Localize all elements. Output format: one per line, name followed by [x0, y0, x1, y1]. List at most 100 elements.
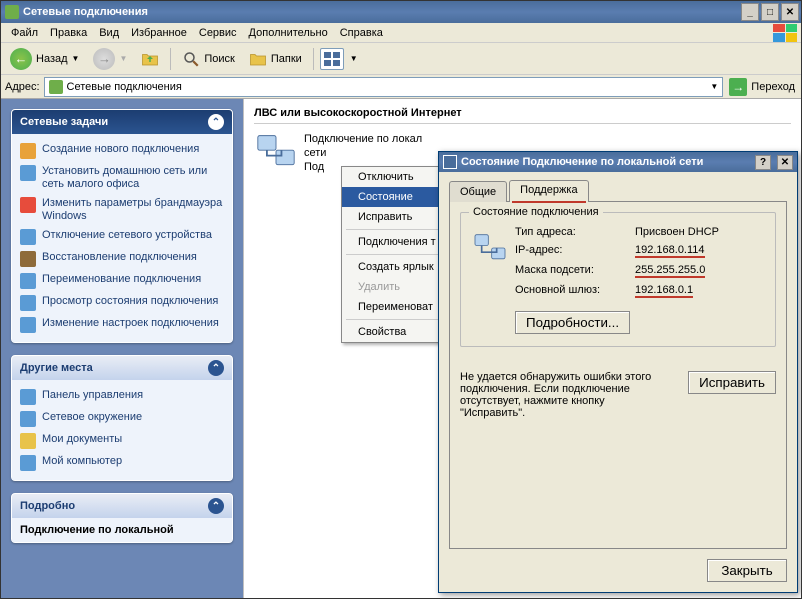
- task-icon: [20, 273, 36, 289]
- back-label: Назад: [36, 53, 68, 65]
- window-title: Сетевые подключения: [23, 6, 148, 18]
- panel-network-tasks: Сетевые задачи ⌃ Создание нового подключ…: [11, 109, 233, 343]
- value-address-type: Присвоен DHCP: [635, 226, 719, 238]
- search-button[interactable]: Поиск: [177, 47, 239, 71]
- sidebar-task-item[interactable]: Восстановление подключения: [20, 248, 224, 270]
- dialog-title: Состояние Подключение по локальной сети: [461, 156, 703, 168]
- address-bar: Адрес: Сетевые подключения ▼ → Переход: [1, 75, 801, 99]
- menubar: Файл Правка Вид Избранное Сервис Дополни…: [1, 23, 801, 43]
- windows-flag-icon: [773, 24, 797, 42]
- no-errors-text: Не удается обнаружить ошибки этого подкл…: [460, 371, 672, 419]
- sidebar-place-item[interactable]: Сетевое окружение: [20, 408, 224, 430]
- folder-up-icon: [141, 50, 159, 68]
- panel-title: Подробно: [20, 500, 75, 512]
- task-label: Восстановление подключения: [42, 251, 197, 264]
- folders-icon: [249, 50, 267, 68]
- sidebar-task-item[interactable]: Создание нового подключения: [20, 140, 224, 162]
- tab-page-support: Состояние подключения Тип адреса:Присвое…: [449, 201, 787, 549]
- menu-advanced[interactable]: Дополнительно: [243, 25, 334, 41]
- sidebar-task-item[interactable]: Установить домашнюю сеть или сеть малого…: [20, 162, 224, 194]
- label-address-type: Тип адреса:: [515, 226, 635, 238]
- go-arrow-icon: →: [729, 78, 747, 96]
- address-label: Адрес:: [5, 81, 40, 93]
- panel-details: Подробно ⌃ Подключение по локальной: [11, 493, 233, 543]
- place-label: Сетевое окружение: [42, 411, 142, 424]
- sidebar-task-item[interactable]: Отключение сетевого устройства: [20, 226, 224, 248]
- sidebar-task-item[interactable]: Переименование подключения: [20, 270, 224, 292]
- go-button[interactable]: → Переход: [727, 77, 797, 97]
- forward-button[interactable]: → ▼: [88, 47, 132, 71]
- titlebar: Сетевые подключения _ □ ✕: [1, 1, 801, 23]
- sidebar-place-item[interactable]: Мои документы: [20, 430, 224, 452]
- dialog-close-ok-button[interactable]: Закрыть: [707, 559, 787, 582]
- place-icon: [20, 411, 36, 427]
- dialog-close-button[interactable]: ✕: [777, 155, 793, 170]
- menu-favorites[interactable]: Избранное: [125, 25, 193, 41]
- task-label: Просмотр состояния подключения: [42, 295, 218, 308]
- up-button[interactable]: [136, 47, 164, 71]
- group-label: Состояние подключения: [469, 206, 603, 218]
- connection-icon: [254, 132, 298, 172]
- panel-other-places: Другие места ⌃ Панель управления Сетевое …: [11, 355, 233, 481]
- place-icon: [20, 433, 36, 449]
- panel-title: Другие места: [20, 362, 93, 374]
- panel-network-tasks-header[interactable]: Сетевые задачи ⌃: [12, 110, 232, 134]
- menu-view[interactable]: Вид: [93, 25, 125, 41]
- menu-file[interactable]: Файл: [5, 25, 44, 41]
- chevron-up-icon: ⌃: [208, 360, 224, 376]
- dialog-titlebar: Состояние Подключение по локальной сети …: [439, 152, 797, 172]
- task-label: Переименование подключения: [42, 273, 201, 286]
- dialog-help-button[interactable]: ?: [755, 155, 771, 170]
- label-gateway: Основной шлюз:: [515, 284, 635, 296]
- go-label: Переход: [751, 81, 795, 93]
- tab-support[interactable]: Поддержка: [509, 180, 588, 202]
- place-icon: [20, 389, 36, 405]
- sidebar-place-item[interactable]: Панель управления: [20, 386, 224, 408]
- search-label: Поиск: [204, 53, 234, 65]
- label-ip: IP-адрес:: [515, 244, 635, 256]
- task-icon: [20, 317, 36, 333]
- connection-state-group: Состояние подключения Тип адреса:Присвое…: [460, 212, 776, 347]
- menu-edit[interactable]: Правка: [44, 25, 93, 41]
- views-button[interactable]: [320, 48, 344, 70]
- menu-tools[interactable]: Сервис: [193, 25, 243, 41]
- menu-help[interactable]: Справка: [334, 25, 389, 41]
- panel-details-header[interactable]: Подробно ⌃: [12, 494, 232, 518]
- task-icon: [20, 165, 36, 181]
- panel-other-places-header[interactable]: Другие места ⌃: [12, 356, 232, 380]
- task-label: Отключение сетевого устройства: [42, 229, 212, 242]
- task-icon: [20, 143, 36, 159]
- place-label: Мои документы: [42, 433, 122, 446]
- chevron-up-icon: ⌃: [208, 114, 224, 130]
- minimize-button[interactable]: _: [741, 3, 759, 21]
- network-icon: [473, 233, 507, 263]
- address-combo[interactable]: Сетевые подключения ▼: [44, 77, 724, 97]
- sidebar-place-item[interactable]: Мой компьютер: [20, 452, 224, 474]
- value-ip: 192.168.0.114: [635, 244, 705, 258]
- details-button[interactable]: Подробности...: [515, 311, 630, 334]
- task-label: Изменить параметры брандмауэра Windows: [42, 197, 224, 223]
- section-header: ЛВС или высокоскоростной Интернет: [254, 105, 791, 124]
- forward-arrow-icon: →: [93, 48, 115, 70]
- toolbar: ← Назад ▼ → ▼ Поиск Папки ▼: [1, 43, 801, 75]
- folders-button[interactable]: Папки: [244, 47, 307, 71]
- sidebar-task-item[interactable]: Изменить параметры брандмауэра Windows: [20, 194, 224, 226]
- folders-label: Папки: [271, 53, 302, 65]
- value-gateway: 192.168.0.1: [635, 284, 693, 298]
- back-button[interactable]: ← Назад ▼: [5, 47, 84, 71]
- search-icon: [182, 50, 200, 68]
- place-label: Мой компьютер: [42, 455, 122, 468]
- back-arrow-icon: ←: [10, 48, 32, 70]
- chevron-up-icon: ⌃: [208, 498, 224, 514]
- value-mask: 255.255.255.0: [635, 264, 705, 278]
- sidebar-task-item[interactable]: Просмотр состояния подключения: [20, 292, 224, 314]
- tab-general[interactable]: Общие: [449, 181, 507, 202]
- close-button[interactable]: ✕: [781, 3, 799, 21]
- maximize-button[interactable]: □: [761, 3, 779, 21]
- panel-title: Сетевые задачи: [20, 116, 108, 128]
- task-icon: [20, 229, 36, 245]
- repair-button[interactable]: Исправить: [688, 371, 776, 394]
- status-dialog: Состояние Подключение по локальной сети …: [438, 151, 798, 593]
- sidebar-task-item[interactable]: Изменение настроек подключения: [20, 314, 224, 336]
- app-icon: [5, 5, 19, 19]
